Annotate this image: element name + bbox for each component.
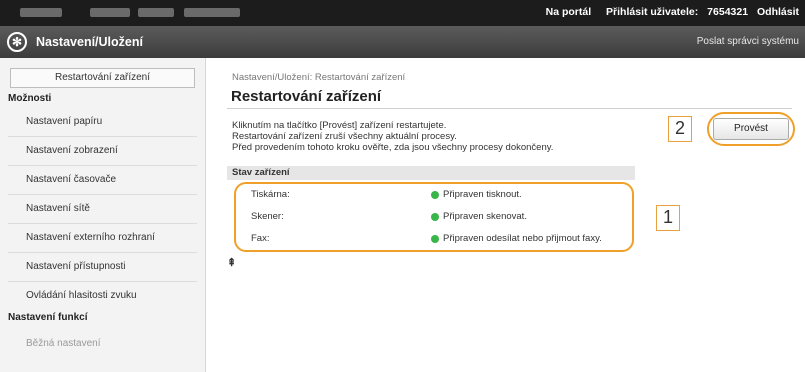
logged-user-label: Přihlásit uživatele: — [606, 6, 699, 18]
title-divider — [227, 108, 792, 109]
callout-two: 2 — [668, 116, 692, 142]
blurred-text — [184, 8, 240, 17]
status-row-fax: Fax: Připraven odesílat nebo přijmout fa… — [251, 233, 636, 247]
status-label: Tiskárna: — [251, 189, 290, 200]
main-content: Nastavení/Uložení: Restartování zařízení… — [207, 58, 805, 372]
sidebar-item-common[interactable]: Běžná nastavení — [0, 330, 205, 358]
settings-logo-icon: ✻ — [7, 32, 27, 52]
status-row-scanner: Skener: Připraven skenovat. — [251, 211, 636, 225]
blurred-text — [138, 8, 174, 17]
status-value: Připraven odesílat nebo přijmout faxy. — [443, 233, 602, 244]
sidebar-item-accessibility[interactable]: Nastavení přístupnosti — [0, 253, 205, 281]
sidebar: Restartování zařízení Možnosti Nastavení… — [0, 58, 206, 372]
callout-one: 1 — [656, 205, 680, 231]
sidebar-item-external-interface[interactable]: Nastavení externího rozhraní — [0, 224, 205, 252]
sidebar-section-title: Nastavení funkcí — [8, 312, 88, 323]
status-ok-icon — [431, 235, 439, 243]
sidebar-item-timer[interactable]: Nastavení časovače — [0, 166, 205, 194]
sidebar-item-volume[interactable]: Ovládání hlasitosti zvuku — [0, 282, 205, 310]
portal-link[interactable]: Na portál — [546, 6, 592, 18]
status-value: Připraven skenovat. — [443, 211, 527, 222]
to-top-icon[interactable]: ⇞ — [227, 256, 236, 269]
status-value: Připraven tisknout. — [443, 189, 522, 200]
mail-admin-link[interactable]: Poslat správci systému — [697, 36, 799, 47]
status-ok-icon — [431, 191, 439, 199]
blurred-text — [20, 8, 62, 17]
sidebar-item-display[interactable]: Nastavení zobrazení — [0, 137, 205, 165]
page-header: ✻ Nastavení/Uložení Poslat správci systé… — [0, 26, 805, 58]
description: Kliknutím na tlačítko [Provést] zařízení… — [232, 120, 553, 153]
sidebar-section-title: Možnosti — [8, 93, 52, 104]
sidebar-item-paper[interactable]: Nastavení papíru — [0, 108, 205, 136]
page-title: Restartování zařízení — [231, 88, 382, 105]
description-line: Před provedením tohoto kroku ověřte, zda… — [232, 142, 554, 153]
status-heading: Stav zařízení — [227, 166, 635, 180]
execute-button[interactable]: Provést — [713, 118, 789, 140]
status-label: Skener: — [251, 211, 284, 222]
description-line: Kliknutím na tlačítko [Provést] zařízení… — [232, 120, 447, 131]
description-line: Restartování zařízení zruší všechny aktu… — [232, 131, 457, 142]
status-ok-icon — [431, 213, 439, 221]
sidebar-item-network[interactable]: Nastavení sítě — [0, 195, 205, 223]
status-label: Fax: — [251, 233, 270, 244]
logout-link[interactable]: Odhlásit — [757, 6, 799, 18]
breadcrumb[interactable]: Nastavení/Uložení: Restartování zařízení — [232, 72, 405, 83]
status-row-printer: Tiskárna: Připraven tisknout. — [251, 189, 636, 203]
blurred-text — [90, 8, 130, 17]
top-bar: Na portál Přihlásit uživatele: 7654321 O… — [0, 0, 805, 26]
sidebar-restart-link[interactable]: Restartování zařízení — [10, 68, 195, 88]
app-title: Nastavení/Uložení — [36, 35, 143, 49]
user-id: 7654321 — [707, 6, 749, 18]
top-links: Na portál Přihlásit uživatele: 7654321 O… — [534, 6, 799, 18]
